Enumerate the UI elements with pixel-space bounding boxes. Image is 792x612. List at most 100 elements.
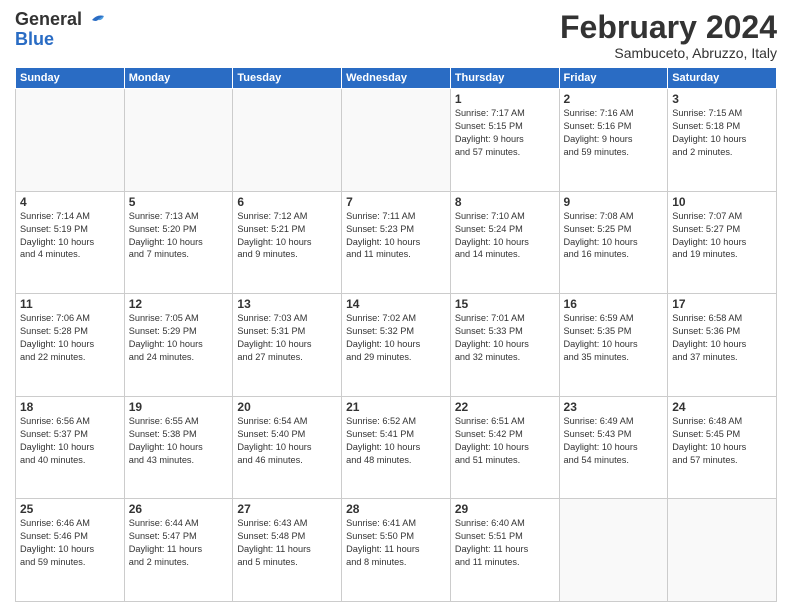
day-number: 13 [237,297,337,311]
day-number: 17 [672,297,772,311]
calendar-cell: 27Sunrise: 6:43 AM Sunset: 5:48 PM Dayli… [233,499,342,602]
calendar-cell: 24Sunrise: 6:48 AM Sunset: 5:45 PM Dayli… [668,396,777,499]
calendar-cell: 18Sunrise: 6:56 AM Sunset: 5:37 PM Dayli… [16,396,125,499]
day-number: 20 [237,400,337,414]
calendar-cell [342,89,451,192]
calendar-cell: 14Sunrise: 7:02 AM Sunset: 5:32 PM Dayli… [342,294,451,397]
day-number: 27 [237,502,337,516]
month-title: February 2024 [560,10,777,45]
day-info: Sunrise: 6:43 AM Sunset: 5:48 PM Dayligh… [237,517,337,569]
day-info: Sunrise: 7:15 AM Sunset: 5:18 PM Dayligh… [672,107,772,159]
calendar-cell: 8Sunrise: 7:10 AM Sunset: 5:24 PM Daylig… [450,191,559,294]
day-info: Sunrise: 7:03 AM Sunset: 5:31 PM Dayligh… [237,312,337,364]
calendar-cell [233,89,342,192]
day-info: Sunrise: 7:14 AM Sunset: 5:19 PM Dayligh… [20,210,120,262]
day-info: Sunrise: 7:12 AM Sunset: 5:21 PM Dayligh… [237,210,337,262]
calendar-cell: 10Sunrise: 7:07 AM Sunset: 5:27 PM Dayli… [668,191,777,294]
calendar-cell [16,89,125,192]
calendar-cell: 21Sunrise: 6:52 AM Sunset: 5:41 PM Dayli… [342,396,451,499]
calendar-cell [559,499,668,602]
day-number: 16 [564,297,664,311]
day-info: Sunrise: 6:59 AM Sunset: 5:35 PM Dayligh… [564,312,664,364]
calendar-header-tuesday: Tuesday [233,68,342,89]
day-number: 19 [129,400,229,414]
calendar-cell: 7Sunrise: 7:11 AM Sunset: 5:23 PM Daylig… [342,191,451,294]
calendar-cell: 1Sunrise: 7:17 AM Sunset: 5:15 PM Daylig… [450,89,559,192]
calendar-cell: 3Sunrise: 7:15 AM Sunset: 5:18 PM Daylig… [668,89,777,192]
calendar-cell: 2Sunrise: 7:16 AM Sunset: 5:16 PM Daylig… [559,89,668,192]
calendar-header-saturday: Saturday [668,68,777,89]
day-number: 28 [346,502,446,516]
calendar-week-5: 25Sunrise: 6:46 AM Sunset: 5:46 PM Dayli… [16,499,777,602]
day-info: Sunrise: 6:41 AM Sunset: 5:50 PM Dayligh… [346,517,446,569]
day-number: 25 [20,502,120,516]
calendar-cell [124,89,233,192]
day-info: Sunrise: 7:02 AM Sunset: 5:32 PM Dayligh… [346,312,446,364]
calendar-header-friday: Friday [559,68,668,89]
calendar-cell: 11Sunrise: 7:06 AM Sunset: 5:28 PM Dayli… [16,294,125,397]
day-number: 26 [129,502,229,516]
day-info: Sunrise: 6:52 AM Sunset: 5:41 PM Dayligh… [346,415,446,467]
day-number: 10 [672,195,772,209]
day-info: Sunrise: 6:58 AM Sunset: 5:36 PM Dayligh… [672,312,772,364]
calendar-week-2: 4Sunrise: 7:14 AM Sunset: 5:19 PM Daylig… [16,191,777,294]
day-number: 15 [455,297,555,311]
day-number: 14 [346,297,446,311]
calendar-cell: 20Sunrise: 6:54 AM Sunset: 5:40 PM Dayli… [233,396,342,499]
calendar-table: SundayMondayTuesdayWednesdayThursdayFrid… [15,67,777,602]
calendar-cell: 29Sunrise: 6:40 AM Sunset: 5:51 PM Dayli… [450,499,559,602]
day-info: Sunrise: 6:48 AM Sunset: 5:45 PM Dayligh… [672,415,772,467]
day-info: Sunrise: 6:56 AM Sunset: 5:37 PM Dayligh… [20,415,120,467]
day-number: 18 [20,400,120,414]
day-number: 1 [455,92,555,106]
calendar-header-row: SundayMondayTuesdayWednesdayThursdayFrid… [16,68,777,89]
calendar-header-monday: Monday [124,68,233,89]
day-number: 9 [564,195,664,209]
day-number: 12 [129,297,229,311]
day-info: Sunrise: 7:11 AM Sunset: 5:23 PM Dayligh… [346,210,446,262]
day-number: 29 [455,502,555,516]
calendar-header-thursday: Thursday [450,68,559,89]
calendar-week-4: 18Sunrise: 6:56 AM Sunset: 5:37 PM Dayli… [16,396,777,499]
logo-general: General [15,10,82,30]
day-info: Sunrise: 6:55 AM Sunset: 5:38 PM Dayligh… [129,415,229,467]
calendar-cell: 4Sunrise: 7:14 AM Sunset: 5:19 PM Daylig… [16,191,125,294]
day-info: Sunrise: 6:51 AM Sunset: 5:42 PM Dayligh… [455,415,555,467]
calendar-cell: 13Sunrise: 7:03 AM Sunset: 5:31 PM Dayli… [233,294,342,397]
calendar-cell: 23Sunrise: 6:49 AM Sunset: 5:43 PM Dayli… [559,396,668,499]
day-info: Sunrise: 7:17 AM Sunset: 5:15 PM Dayligh… [455,107,555,159]
calendar-cell: 9Sunrise: 7:08 AM Sunset: 5:25 PM Daylig… [559,191,668,294]
day-info: Sunrise: 7:07 AM Sunset: 5:27 PM Dayligh… [672,210,772,262]
logo-bird-icon [82,12,104,28]
calendar-header-sunday: Sunday [16,68,125,89]
day-number: 7 [346,195,446,209]
calendar-cell: 19Sunrise: 6:55 AM Sunset: 5:38 PM Dayli… [124,396,233,499]
day-number: 22 [455,400,555,414]
calendar-week-1: 1Sunrise: 7:17 AM Sunset: 5:15 PM Daylig… [16,89,777,192]
day-number: 6 [237,195,337,209]
calendar-header-wednesday: Wednesday [342,68,451,89]
location: Sambuceto, Abruzzo, Italy [560,45,777,61]
day-info: Sunrise: 7:06 AM Sunset: 5:28 PM Dayligh… [20,312,120,364]
calendar-cell: 15Sunrise: 7:01 AM Sunset: 5:33 PM Dayli… [450,294,559,397]
title-area: February 2024 Sambuceto, Abruzzo, Italy [560,10,777,61]
day-number: 2 [564,92,664,106]
calendar-cell: 26Sunrise: 6:44 AM Sunset: 5:47 PM Dayli… [124,499,233,602]
day-number: 4 [20,195,120,209]
calendar-cell: 25Sunrise: 6:46 AM Sunset: 5:46 PM Dayli… [16,499,125,602]
day-number: 11 [20,297,120,311]
day-number: 5 [129,195,229,209]
day-number: 8 [455,195,555,209]
calendar-cell: 22Sunrise: 6:51 AM Sunset: 5:42 PM Dayli… [450,396,559,499]
day-info: Sunrise: 7:13 AM Sunset: 5:20 PM Dayligh… [129,210,229,262]
day-number: 23 [564,400,664,414]
calendar-week-3: 11Sunrise: 7:06 AM Sunset: 5:28 PM Dayli… [16,294,777,397]
day-info: Sunrise: 7:05 AM Sunset: 5:29 PM Dayligh… [129,312,229,364]
day-info: Sunrise: 6:46 AM Sunset: 5:46 PM Dayligh… [20,517,120,569]
day-info: Sunrise: 7:10 AM Sunset: 5:24 PM Dayligh… [455,210,555,262]
day-number: 21 [346,400,446,414]
day-number: 3 [672,92,772,106]
day-number: 24 [672,400,772,414]
day-info: Sunrise: 7:16 AM Sunset: 5:16 PM Dayligh… [564,107,664,159]
day-info: Sunrise: 6:44 AM Sunset: 5:47 PM Dayligh… [129,517,229,569]
